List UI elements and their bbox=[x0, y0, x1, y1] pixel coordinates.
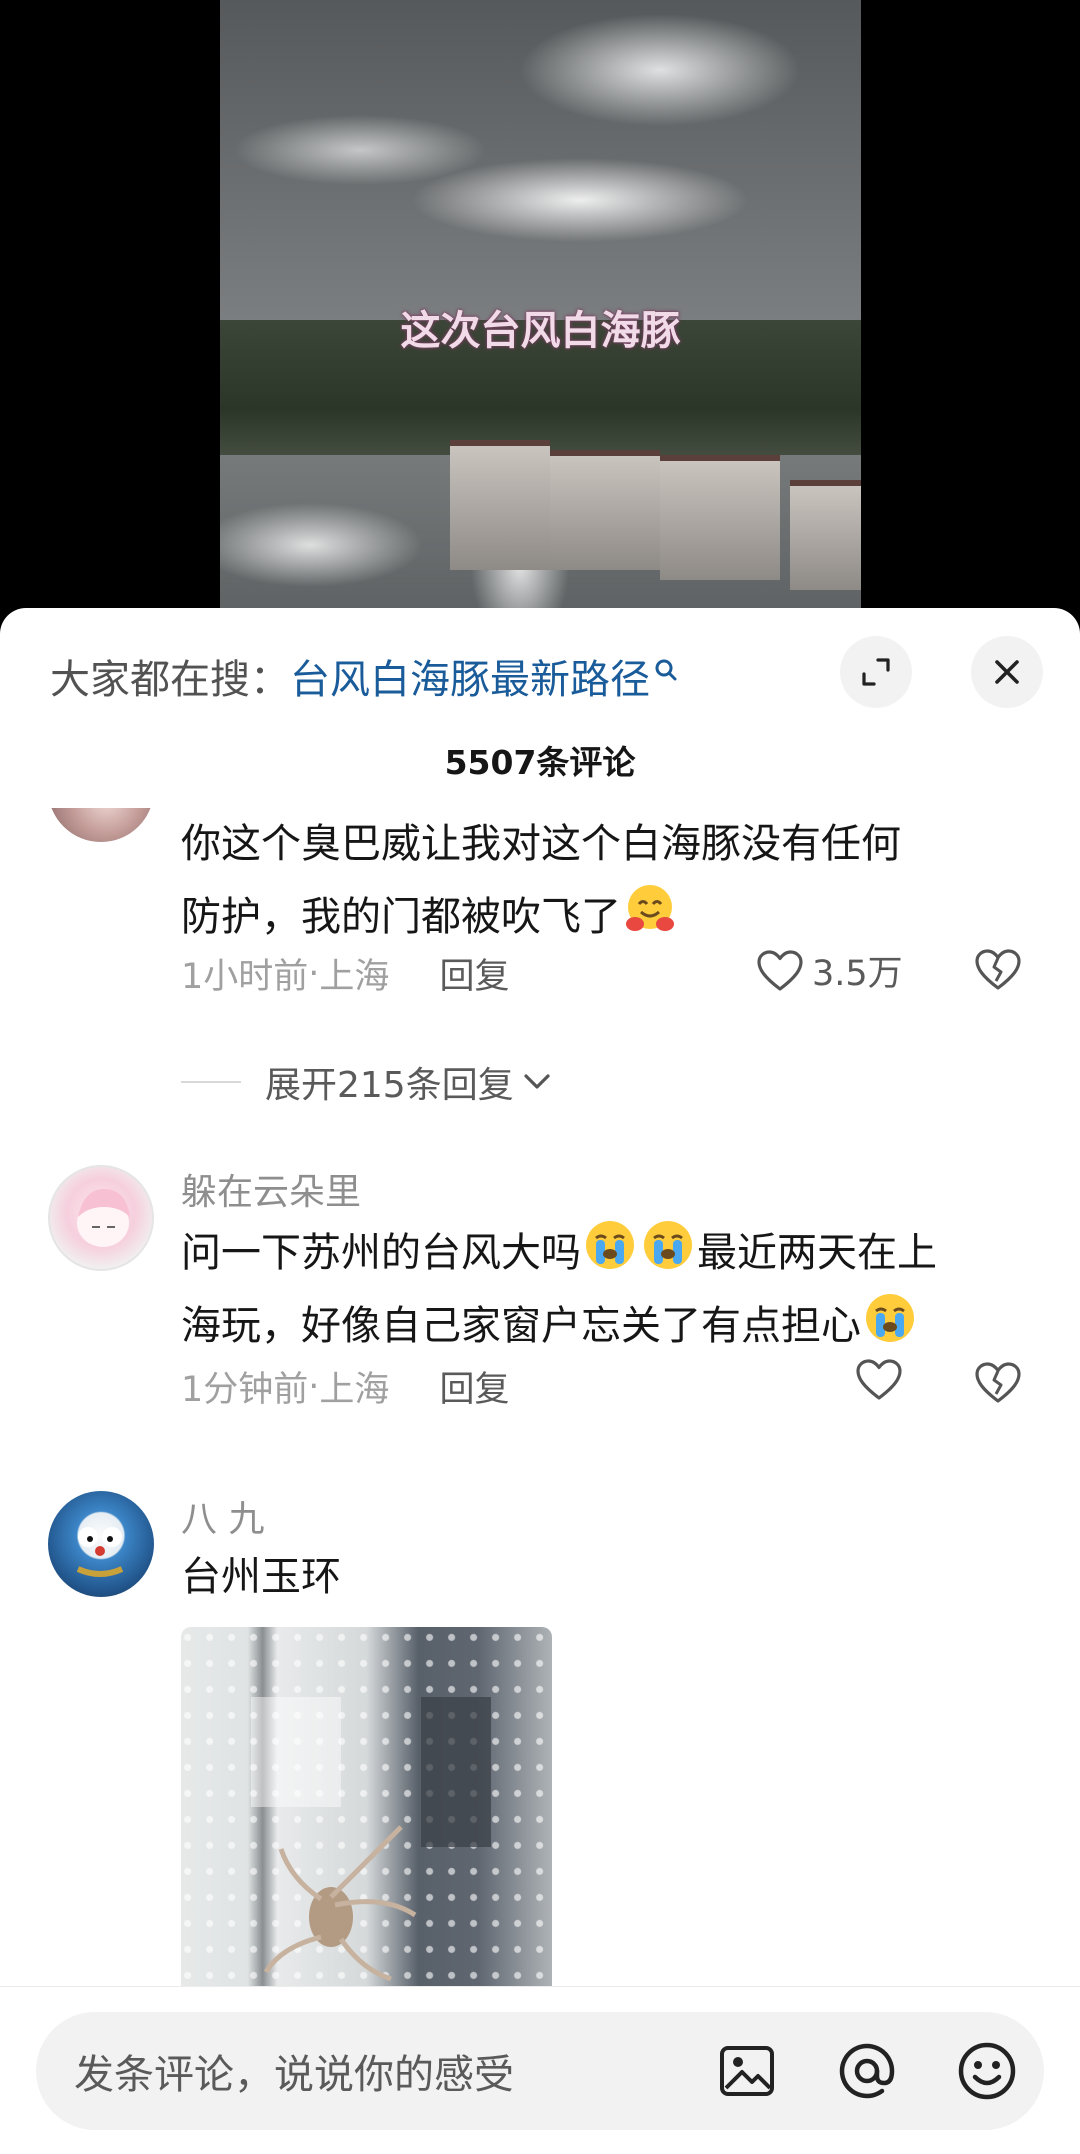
comment-text: 你这个臭巴威让我对这个白海豚没有任何 防护，我的门都被吹飞了 bbox=[181, 821, 901, 940]
dislike-button[interactable] bbox=[974, 948, 1022, 996]
like-button[interactable] bbox=[855, 1358, 903, 1402]
comment-meta: 1小时前 · 上海 回复 bbox=[181, 948, 509, 999]
octopus-image bbox=[263, 1825, 417, 1982]
video-caption: 这次台风白海豚 bbox=[400, 307, 681, 354]
loudly-crying-face-emoji-icon bbox=[861, 1289, 919, 1347]
video-player[interactable]: 这次台风白海豚 bbox=[0, 0, 1080, 640]
comment-username[interactable]: 躲在云朵里 bbox=[181, 1163, 361, 1215]
expand-button[interactable] bbox=[840, 636, 912, 708]
reply-button[interactable]: 回复 bbox=[439, 948, 509, 999]
like-count: 3.5万 bbox=[812, 954, 903, 994]
comment-input-placeholder: 发条评论，说说你的感受 bbox=[74, 2052, 514, 2098]
trending-search[interactable]: 大家都在搜： 台风白海豚最新路径 bbox=[50, 646, 678, 706]
heart-icon bbox=[757, 949, 803, 991]
reply-button[interactable]: 回复 bbox=[439, 1361, 509, 1412]
dislike-button[interactable] bbox=[974, 1361, 1022, 1409]
close-icon bbox=[995, 660, 1019, 684]
expand-icon bbox=[862, 658, 890, 686]
comment-meta: 1分钟前 · 上海 回复 bbox=[181, 1361, 509, 1412]
broken-heart-icon bbox=[975, 949, 1021, 990]
comment-location: 上海 bbox=[319, 1370, 390, 1410]
meta-separator: · bbox=[308, 1366, 320, 1407]
close-button[interactable] bbox=[971, 636, 1043, 708]
comment-time: 1小时前 bbox=[181, 957, 309, 997]
avatar[interactable] bbox=[48, 1165, 154, 1271]
expand-replies-button[interactable]: 展开215条回复 bbox=[181, 1056, 554, 1108]
loudly-crying-face-emoji-icon bbox=[581, 1216, 639, 1274]
broken-heart-icon bbox=[975, 1362, 1021, 1403]
comment-time: 1分钟前 bbox=[181, 1370, 309, 1410]
at-icon bbox=[839, 2043, 895, 2099]
comment-image[interactable] bbox=[181, 1627, 552, 1994]
comment-list[interactable]: 你这个臭巴威让我对这个白海豚没有任何 防护，我的门都被吹飞了 1小时前 · 上海… bbox=[0, 808, 1080, 1994]
comment-text: 问一下苏州的台风大吗 最近两天在上 海玩，好像自己家窗户忘关了有点担心 bbox=[181, 1216, 937, 1362]
video-frame: 这次台风白海豚 bbox=[220, 0, 861, 640]
meta-separator: · bbox=[308, 953, 320, 994]
comment-count: 5507条评论 bbox=[444, 743, 636, 782]
hugging-face-emoji-icon bbox=[621, 880, 679, 938]
image-icon bbox=[720, 2046, 774, 2096]
loudly-crying-face-emoji-icon bbox=[639, 1216, 697, 1274]
comment-input-bar: 发条评论，说说你的感受 bbox=[0, 1986, 1080, 2154]
emoji-button[interactable] bbox=[952, 2036, 1022, 2106]
trending-search-term[interactable]: 台风白海豚最新路径 bbox=[290, 647, 650, 705]
like-button[interactable]: 3.5万 bbox=[756, 945, 903, 996]
comment-username[interactable]: 八 九 bbox=[181, 1490, 264, 1542]
chevron-down-icon bbox=[524, 1074, 550, 1089]
image-button[interactable] bbox=[712, 2036, 782, 2106]
expand-replies-label: 展开215条回复 bbox=[265, 1065, 514, 1106]
trending-search-prefix: 大家都在搜： bbox=[50, 657, 290, 703]
comment-sheet: 大家都在搜： 台风白海豚最新路径 5507条评论 你这个臭巴威让我对这个白海豚没… bbox=[0, 608, 1080, 2154]
heart-icon bbox=[856, 1359, 902, 1400]
mention-button[interactable] bbox=[832, 2036, 902, 2106]
divider bbox=[181, 1081, 241, 1083]
search-icon bbox=[654, 650, 678, 681]
comment-input[interactable]: 发条评论，说说你的感受 bbox=[36, 2012, 1044, 2130]
comment-text: 台州玉环 bbox=[181, 1554, 341, 1600]
comment-location: 上海 bbox=[319, 957, 390, 997]
avatar[interactable] bbox=[48, 808, 154, 842]
video-sea-waves bbox=[220, 0, 861, 320]
smiley-icon bbox=[958, 2042, 1016, 2100]
avatar[interactable] bbox=[48, 1491, 154, 1597]
